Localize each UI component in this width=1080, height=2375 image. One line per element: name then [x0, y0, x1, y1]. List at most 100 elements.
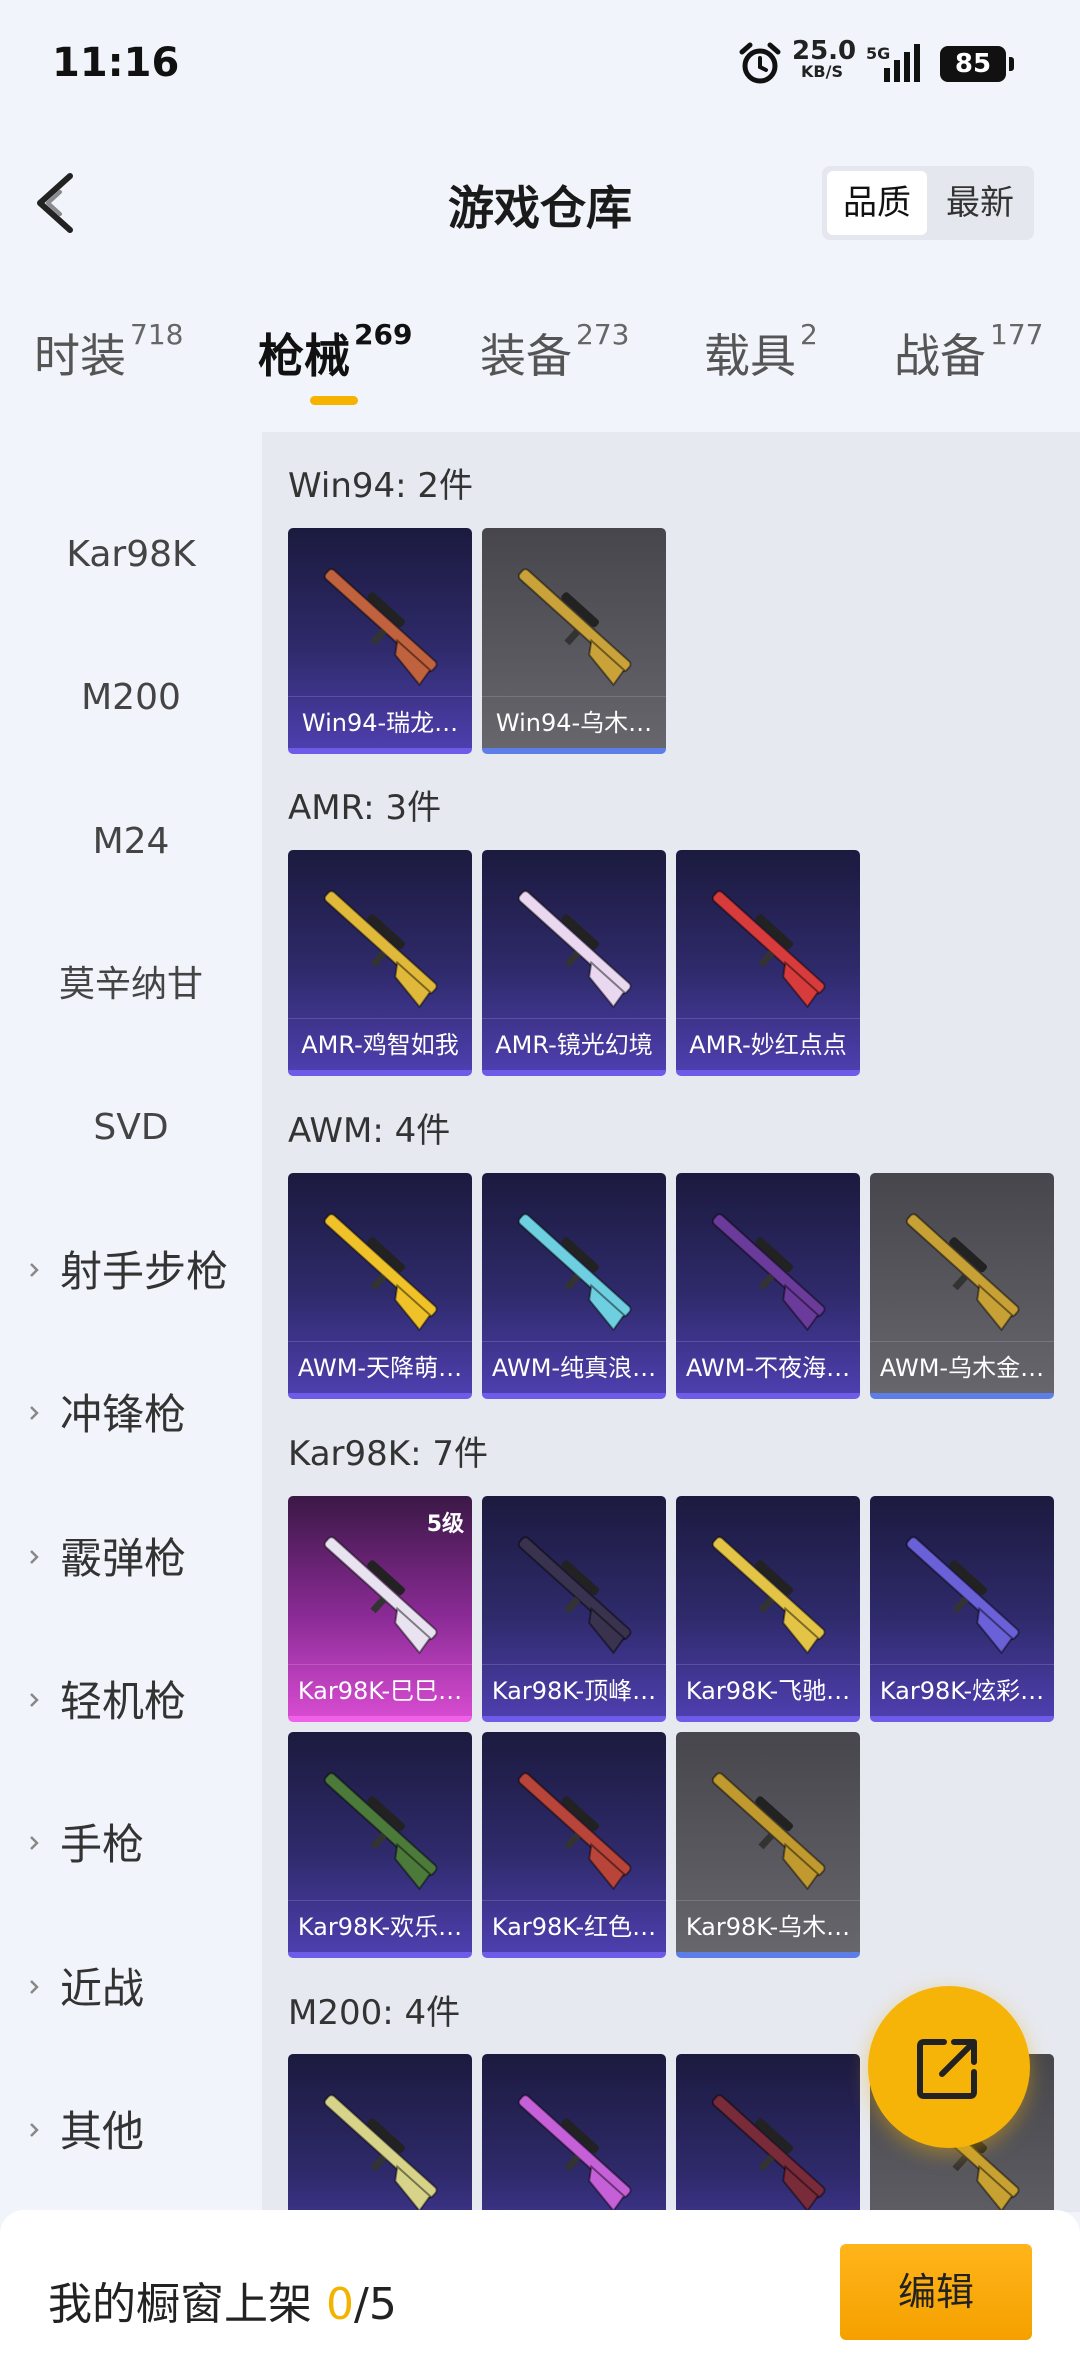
- skin-card[interactable]: Kar98K-顶峰…: [482, 1496, 666, 1722]
- showcase-bar: 我的橱窗上架 0/5 编辑: [0, 2210, 1080, 2375]
- skin-name: Kar98K-乌木…: [676, 1900, 860, 1952]
- tab-label: 载具: [704, 329, 796, 383]
- tab-label: 时装: [34, 329, 126, 383]
- category-tabs: 时装 718 枪械 269 装备 273 载具 2 战备 177: [0, 318, 1080, 410]
- skin-card[interactable]: AWM-乌木金…: [870, 1173, 1054, 1399]
- gun-image: [884, 1191, 1040, 1341]
- share-icon: [917, 2039, 977, 2099]
- skin-card[interactable]: AMR-镜光幻境: [482, 850, 666, 1076]
- skin-card[interactable]: Kar98K-炫彩…: [870, 1496, 1054, 1722]
- network-speed-unit: KB/S: [801, 62, 843, 81]
- battery-level: 85: [954, 49, 992, 79]
- showcase-status: 我的橱窗上架 0/5: [48, 2268, 397, 2332]
- gun-image: [496, 546, 652, 696]
- gun-image: [302, 868, 458, 1018]
- skin-name: Kar98K-飞驰…: [676, 1664, 860, 1716]
- sidebar-group-melee[interactable]: 近战: [0, 1959, 262, 2019]
- skin-level-badge: 5级: [426, 1512, 464, 1537]
- skin-card[interactable]: Kar98K-欢乐…: [288, 1732, 472, 1958]
- chevron-right-icon: [30, 1406, 39, 1420]
- skin-card[interactable]: Kar98K-飞驰…: [676, 1496, 860, 1722]
- gun-image: [690, 868, 846, 1018]
- gun-image: [302, 546, 458, 696]
- tab-label: 战备: [894, 329, 986, 383]
- tab-vehicles[interactable]: 载具 2: [704, 318, 818, 386]
- chevron-right-icon: [30, 1693, 39, 1707]
- skin-card[interactable]: Win94-乌木…: [482, 528, 666, 754]
- tab-label: 枪械: [258, 329, 350, 383]
- sidebar-item-m24[interactable]: M24: [0, 812, 262, 872]
- network-speed: 25.0 KB/S: [792, 38, 856, 81]
- sidebar-group-label: 霰弹枪: [60, 1534, 187, 1583]
- sidebar-item-kar98k[interactable]: Kar98K: [0, 525, 262, 585]
- gun-image: [690, 2072, 846, 2212]
- skin-card[interactable]: AWM-天降萌…: [288, 1173, 472, 1399]
- sidebar-group-label: 射手步枪: [60, 1247, 229, 1296]
- sidebar-item-mosin[interactable]: 莫辛纳甘: [0, 955, 262, 1015]
- tab-count: 718: [130, 318, 184, 351]
- sidebar-item-svd[interactable]: SVD: [0, 1098, 262, 1158]
- skin-name: AMR-镜光幻境: [482, 1018, 666, 1070]
- skin-card[interactable]: Kar98K-红色…: [482, 1732, 666, 1958]
- signal-icon: [884, 44, 920, 82]
- skin-name: Kar98K-顶峰…: [482, 1664, 666, 1716]
- skin-card[interactable]: [288, 2054, 472, 2212]
- skin-card[interactable]: AWM-纯真浪…: [482, 1173, 666, 1399]
- skin-card[interactable]: Win94-瑞龙…: [288, 528, 472, 754]
- sidebar-group-dmr[interactable]: 射手步枪: [0, 1242, 262, 1302]
- gun-image: [690, 1191, 846, 1341]
- sidebar-group-other[interactable]: 其他: [0, 2102, 262, 2162]
- tab-label: 装备: [480, 329, 572, 383]
- gun-image: [690, 1514, 846, 1664]
- tab-supplies[interactable]: 战备 177: [894, 318, 1044, 386]
- skin-card[interactable]: 5级 Kar98K-巳巳…: [288, 1496, 472, 1722]
- showcase-current: 0: [326, 2279, 354, 2330]
- gun-image: [690, 1750, 846, 1900]
- group-title: M200: 4件: [288, 1993, 461, 2033]
- tab-fashion[interactable]: 时装 718: [34, 318, 184, 386]
- skin-card[interactable]: Kar98K-乌木…: [676, 1732, 860, 1958]
- skin-card[interactable]: [676, 2054, 860, 2212]
- skin-card[interactable]: AMR-鸡智如我: [288, 850, 472, 1076]
- tab-equipment[interactable]: 装备 273: [480, 318, 629, 386]
- sidebar-group-pistol[interactable]: 手枪: [0, 1815, 262, 1875]
- sidebar-group-label: 轻机枪: [60, 1677, 187, 1726]
- gun-image: [496, 1191, 652, 1341]
- tab-guns[interactable]: 枪械 269: [258, 318, 412, 386]
- tab-count: 2: [800, 318, 818, 351]
- sidebar-group-lmg[interactable]: 轻机枪: [0, 1672, 262, 1732]
- chevron-right-icon: [30, 1550, 39, 1564]
- status-time: 11:16: [52, 40, 180, 86]
- sidebar-group-shotgun[interactable]: 霰弹枪: [0, 1529, 262, 1589]
- skin-name: Kar98K-炫彩…: [870, 1664, 1054, 1716]
- gun-image: [496, 868, 652, 1018]
- gun-image: [302, 2072, 458, 2212]
- gun-image: [496, 1750, 652, 1900]
- sidebar-group-label: 近战: [60, 1964, 145, 2013]
- skin-name: Kar98K-巳巳…: [288, 1664, 472, 1716]
- weapon-skin-grid: Win94: 2件 Win94-瑞龙… Win94-乌木… AMR: 3件 AMR-鸡智…: [262, 432, 1080, 2212]
- tab-count: 177: [990, 318, 1044, 351]
- gun-image: [884, 1514, 1040, 1664]
- sort-toggle: 品质 最新: [822, 166, 1034, 240]
- skin-card[interactable]: AMR-妙红点点: [676, 850, 860, 1076]
- skin-card[interactable]: [482, 2054, 666, 2212]
- skin-name: Kar98K-欢乐…: [288, 1900, 472, 1952]
- skin-name: AMR-妙红点点: [676, 1018, 860, 1070]
- skin-name: AMR-鸡智如我: [288, 1018, 472, 1070]
- share-button[interactable]: [868, 1986, 1030, 2148]
- sort-newest-button[interactable]: 最新: [930, 171, 1030, 235]
- sidebar-group-smg[interactable]: 冲锋枪: [0, 1385, 262, 1445]
- edit-button[interactable]: 编辑: [840, 2244, 1032, 2340]
- gun-image: [302, 1750, 458, 1900]
- chevron-right-icon: [30, 1980, 39, 1994]
- chevron-right-icon: [30, 1263, 39, 1277]
- showcase-total: /5: [354, 2279, 397, 2330]
- active-tab-indicator: [310, 396, 358, 405]
- sidebar-group-label: 其他: [60, 2107, 145, 2156]
- sidebar-item-m200[interactable]: M200: [0, 668, 262, 728]
- skin-card[interactable]: AWM-不夜海…: [676, 1173, 860, 1399]
- gun-image: [496, 1514, 652, 1664]
- skin-name: AWM-不夜海…: [676, 1341, 860, 1393]
- sort-quality-button[interactable]: 品质: [827, 171, 927, 235]
